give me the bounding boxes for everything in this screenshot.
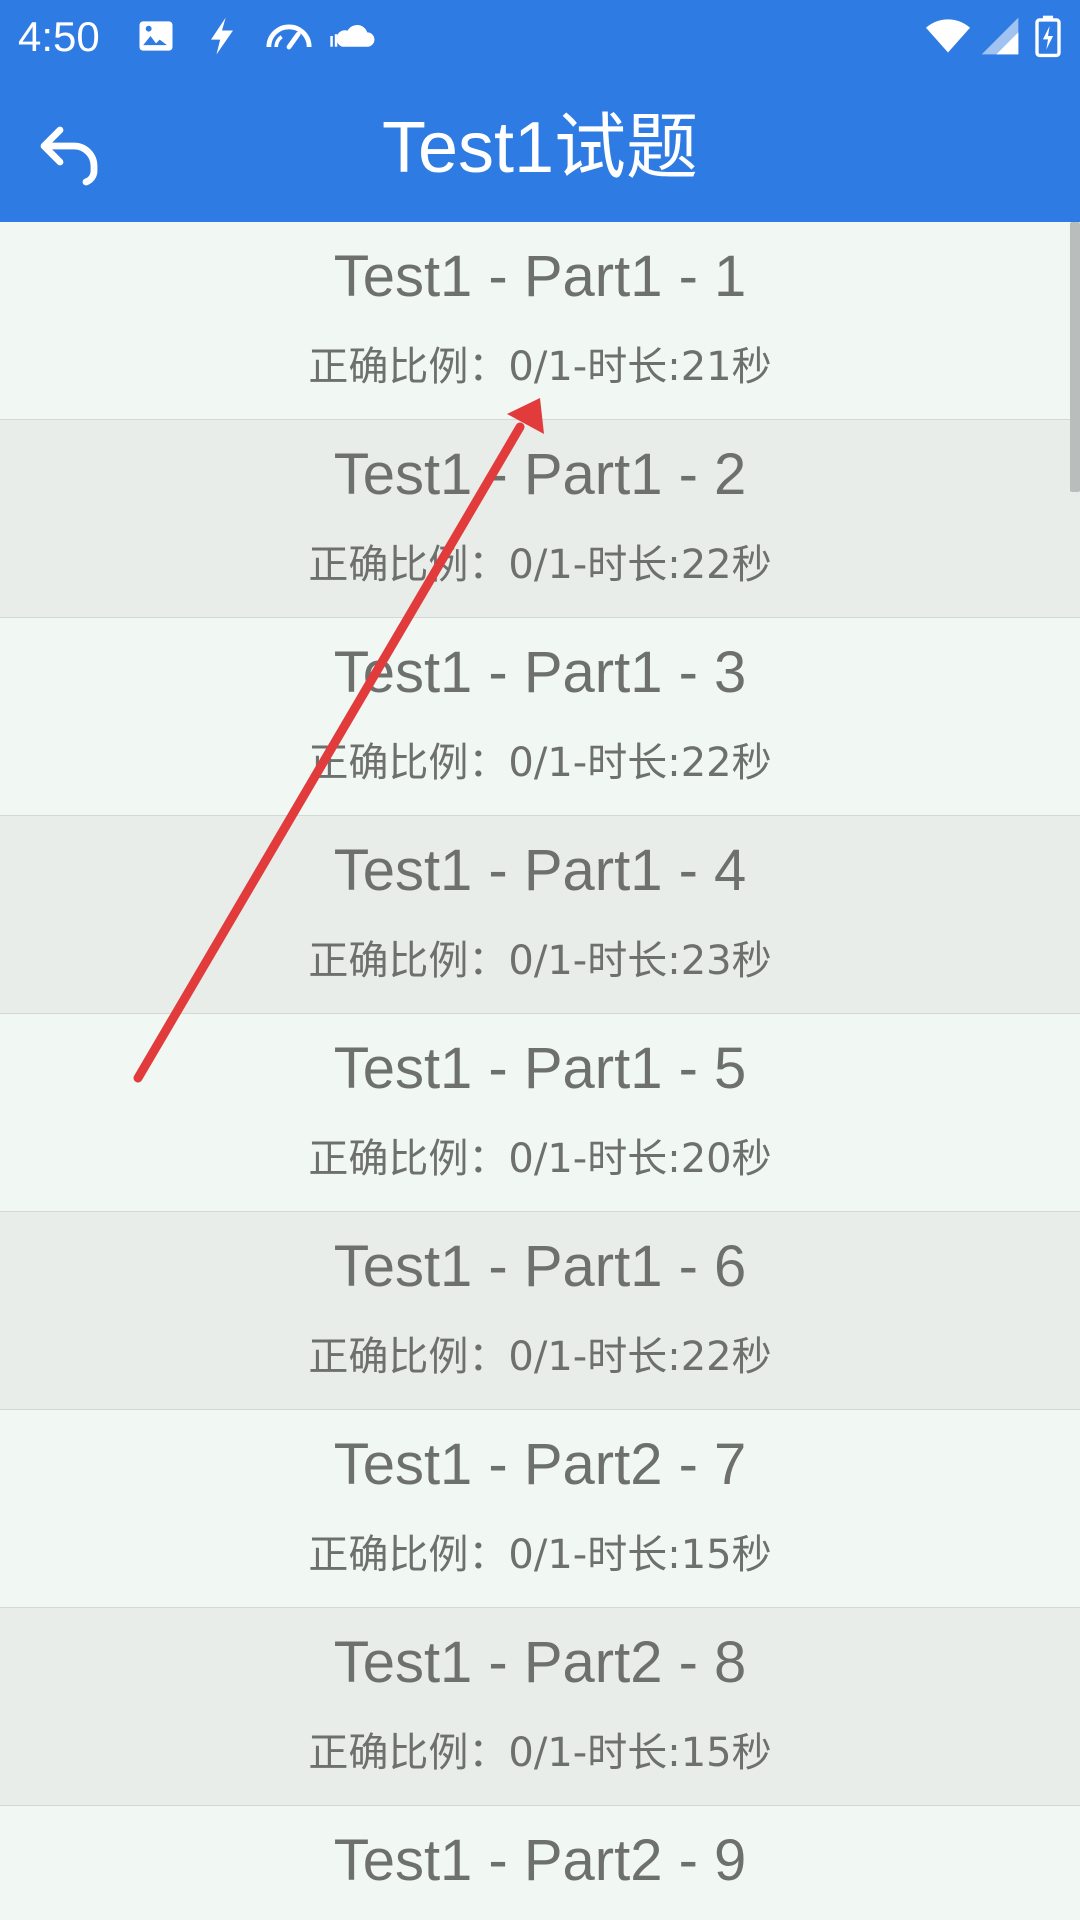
- item-title: Test1 - Part1 - 5: [333, 1036, 747, 1101]
- item-subtitle: 正确比例：0/1-时长:15秒: [308, 1532, 772, 1578]
- scrollbar[interactable]: [1070, 222, 1080, 492]
- app-bar: Test1试题: [0, 74, 1080, 222]
- flash-icon: [200, 14, 244, 58]
- speedometer-icon: [262, 14, 316, 58]
- image-icon: [134, 14, 178, 58]
- item-title: Test1 - Part1 - 3: [333, 640, 747, 705]
- status-bar: 4:50: [0, 0, 1080, 74]
- undo-arrow-icon: [40, 126, 98, 186]
- battery-charging-icon: [1030, 14, 1066, 58]
- item-title: Test1 - Part2 - 7: [333, 1432, 747, 1497]
- list-item[interactable]: Test1 - Part2 - 7 正确比例：0/1-时长:15秒: [0, 1410, 1080, 1608]
- item-subtitle: 正确比例：0/1-时长:15秒: [308, 1730, 772, 1776]
- item-title: Test1 - Part1 - 1: [333, 244, 747, 309]
- item-subtitle: 正确比例：0/1-时长:23秒: [308, 938, 772, 984]
- item-subtitle: 正确比例：0/1-时长:21秒: [308, 344, 772, 390]
- wifi-icon: [922, 14, 974, 58]
- screen: 4:50 Test1试题 Test1 - Part1 - 1 正确比例：0/1-…: [0, 0, 1080, 1920]
- list-item[interactable]: Test1 - Part1 - 4 正确比例：0/1-时长:23秒: [0, 816, 1080, 1014]
- item-title: Test1 - Part2 - 8: [333, 1630, 747, 1695]
- item-subtitle: 正确比例：0/1-时长:22秒: [308, 542, 772, 588]
- list-item[interactable]: Test1 - Part1 - 2 正确比例：0/1-时长:22秒: [0, 420, 1080, 618]
- item-title: Test1 - Part2 - 9: [333, 1828, 747, 1893]
- list-item[interactable]: Test1 - Part2 - 8 正确比例：0/1-时长:15秒: [0, 1608, 1080, 1806]
- list-item[interactable]: Test1 - Part2 - 9: [0, 1806, 1080, 1920]
- item-subtitle: 正确比例：0/1-时长:22秒: [308, 740, 772, 786]
- page-title: Test1试题: [381, 108, 699, 188]
- cloud-icon: [328, 14, 378, 58]
- signal-icon: [978, 14, 1022, 58]
- item-subtitle: 正确比例：0/1-时长:20秒: [308, 1136, 772, 1182]
- item-title: Test1 - Part1 - 6: [333, 1234, 747, 1299]
- list-item[interactable]: Test1 - Part1 - 5 正确比例：0/1-时长:20秒: [0, 1014, 1080, 1212]
- status-time: 4:50: [18, 13, 100, 60]
- question-list[interactable]: Test1 - Part1 - 1 正确比例：0/1-时长:21秒 Test1 …: [0, 222, 1080, 1920]
- item-title: Test1 - Part1 - 4: [333, 838, 747, 903]
- list-item[interactable]: Test1 - Part1 - 1 正确比例：0/1-时长:21秒: [0, 222, 1080, 420]
- back-button[interactable]: [36, 112, 116, 192]
- item-title: Test1 - Part1 - 2: [333, 442, 747, 507]
- item-subtitle: 正确比例：0/1-时长:22秒: [308, 1334, 772, 1380]
- list-item[interactable]: Test1 - Part1 - 6 正确比例：0/1-时长:22秒: [0, 1212, 1080, 1410]
- list-item[interactable]: Test1 - Part1 - 3 正确比例：0/1-时长:22秒: [0, 618, 1080, 816]
